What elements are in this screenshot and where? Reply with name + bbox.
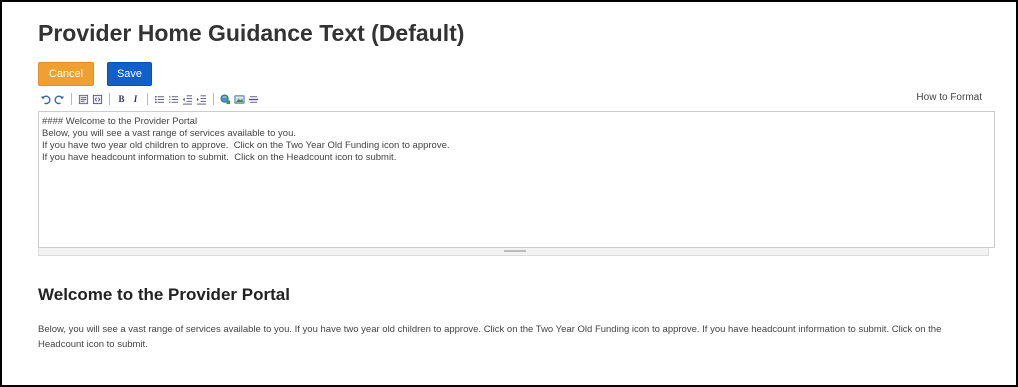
editor-toolbar: B I: [40, 91, 259, 107]
bulleted-list-icon[interactable]: [154, 94, 165, 105]
link-icon[interactable]: [220, 93, 231, 105]
how-to-format-link[interactable]: How to Format: [916, 92, 982, 103]
editor-line: #### Welcome to the Provider Portal: [42, 116, 198, 127]
toolbar-divider: [213, 93, 214, 105]
toolbar-divider: [71, 93, 72, 105]
preview-heading: Welcome to the Provider Portal: [38, 285, 290, 304]
preview-body-text: Below, you will see a vast range of serv…: [38, 324, 942, 350]
toolbar-divider: [109, 93, 110, 105]
grip-icon: [504, 250, 526, 252]
heading-icon[interactable]: [78, 94, 89, 105]
save-button[interactable]: Save: [107, 62, 152, 86]
outdent-icon[interactable]: [182, 94, 193, 105]
horizontal-rule-icon[interactable]: [248, 94, 259, 105]
numbered-list-icon[interactable]: [168, 94, 179, 105]
image-icon[interactable]: [234, 94, 245, 105]
redo-icon[interactable]: [54, 94, 65, 105]
page-title: Provider Home Guidance Text (Default): [38, 20, 465, 46]
editor-line: Below, you will see a vast range of serv…: [42, 128, 296, 139]
page-frame: Provider Home Guidance Text (Default) Ca…: [0, 0, 1018, 387]
editor-resize-handle[interactable]: [38, 248, 989, 256]
editor-line: If you have headcount information to sub…: [42, 152, 397, 163]
cancel-button[interactable]: Cancel: [38, 62, 94, 86]
editor-line: If you have two year old children to app…: [42, 140, 450, 151]
indent-icon[interactable]: [196, 94, 207, 105]
undo-icon[interactable]: [40, 94, 51, 105]
italic-icon[interactable]: I: [130, 94, 141, 105]
bold-icon[interactable]: B: [116, 94, 127, 105]
markdown-editor-textarea[interactable]: #### Welcome to the Provider Portal Belo…: [38, 111, 995, 248]
code-icon[interactable]: [92, 94, 103, 105]
toolbar-divider: [147, 93, 148, 105]
